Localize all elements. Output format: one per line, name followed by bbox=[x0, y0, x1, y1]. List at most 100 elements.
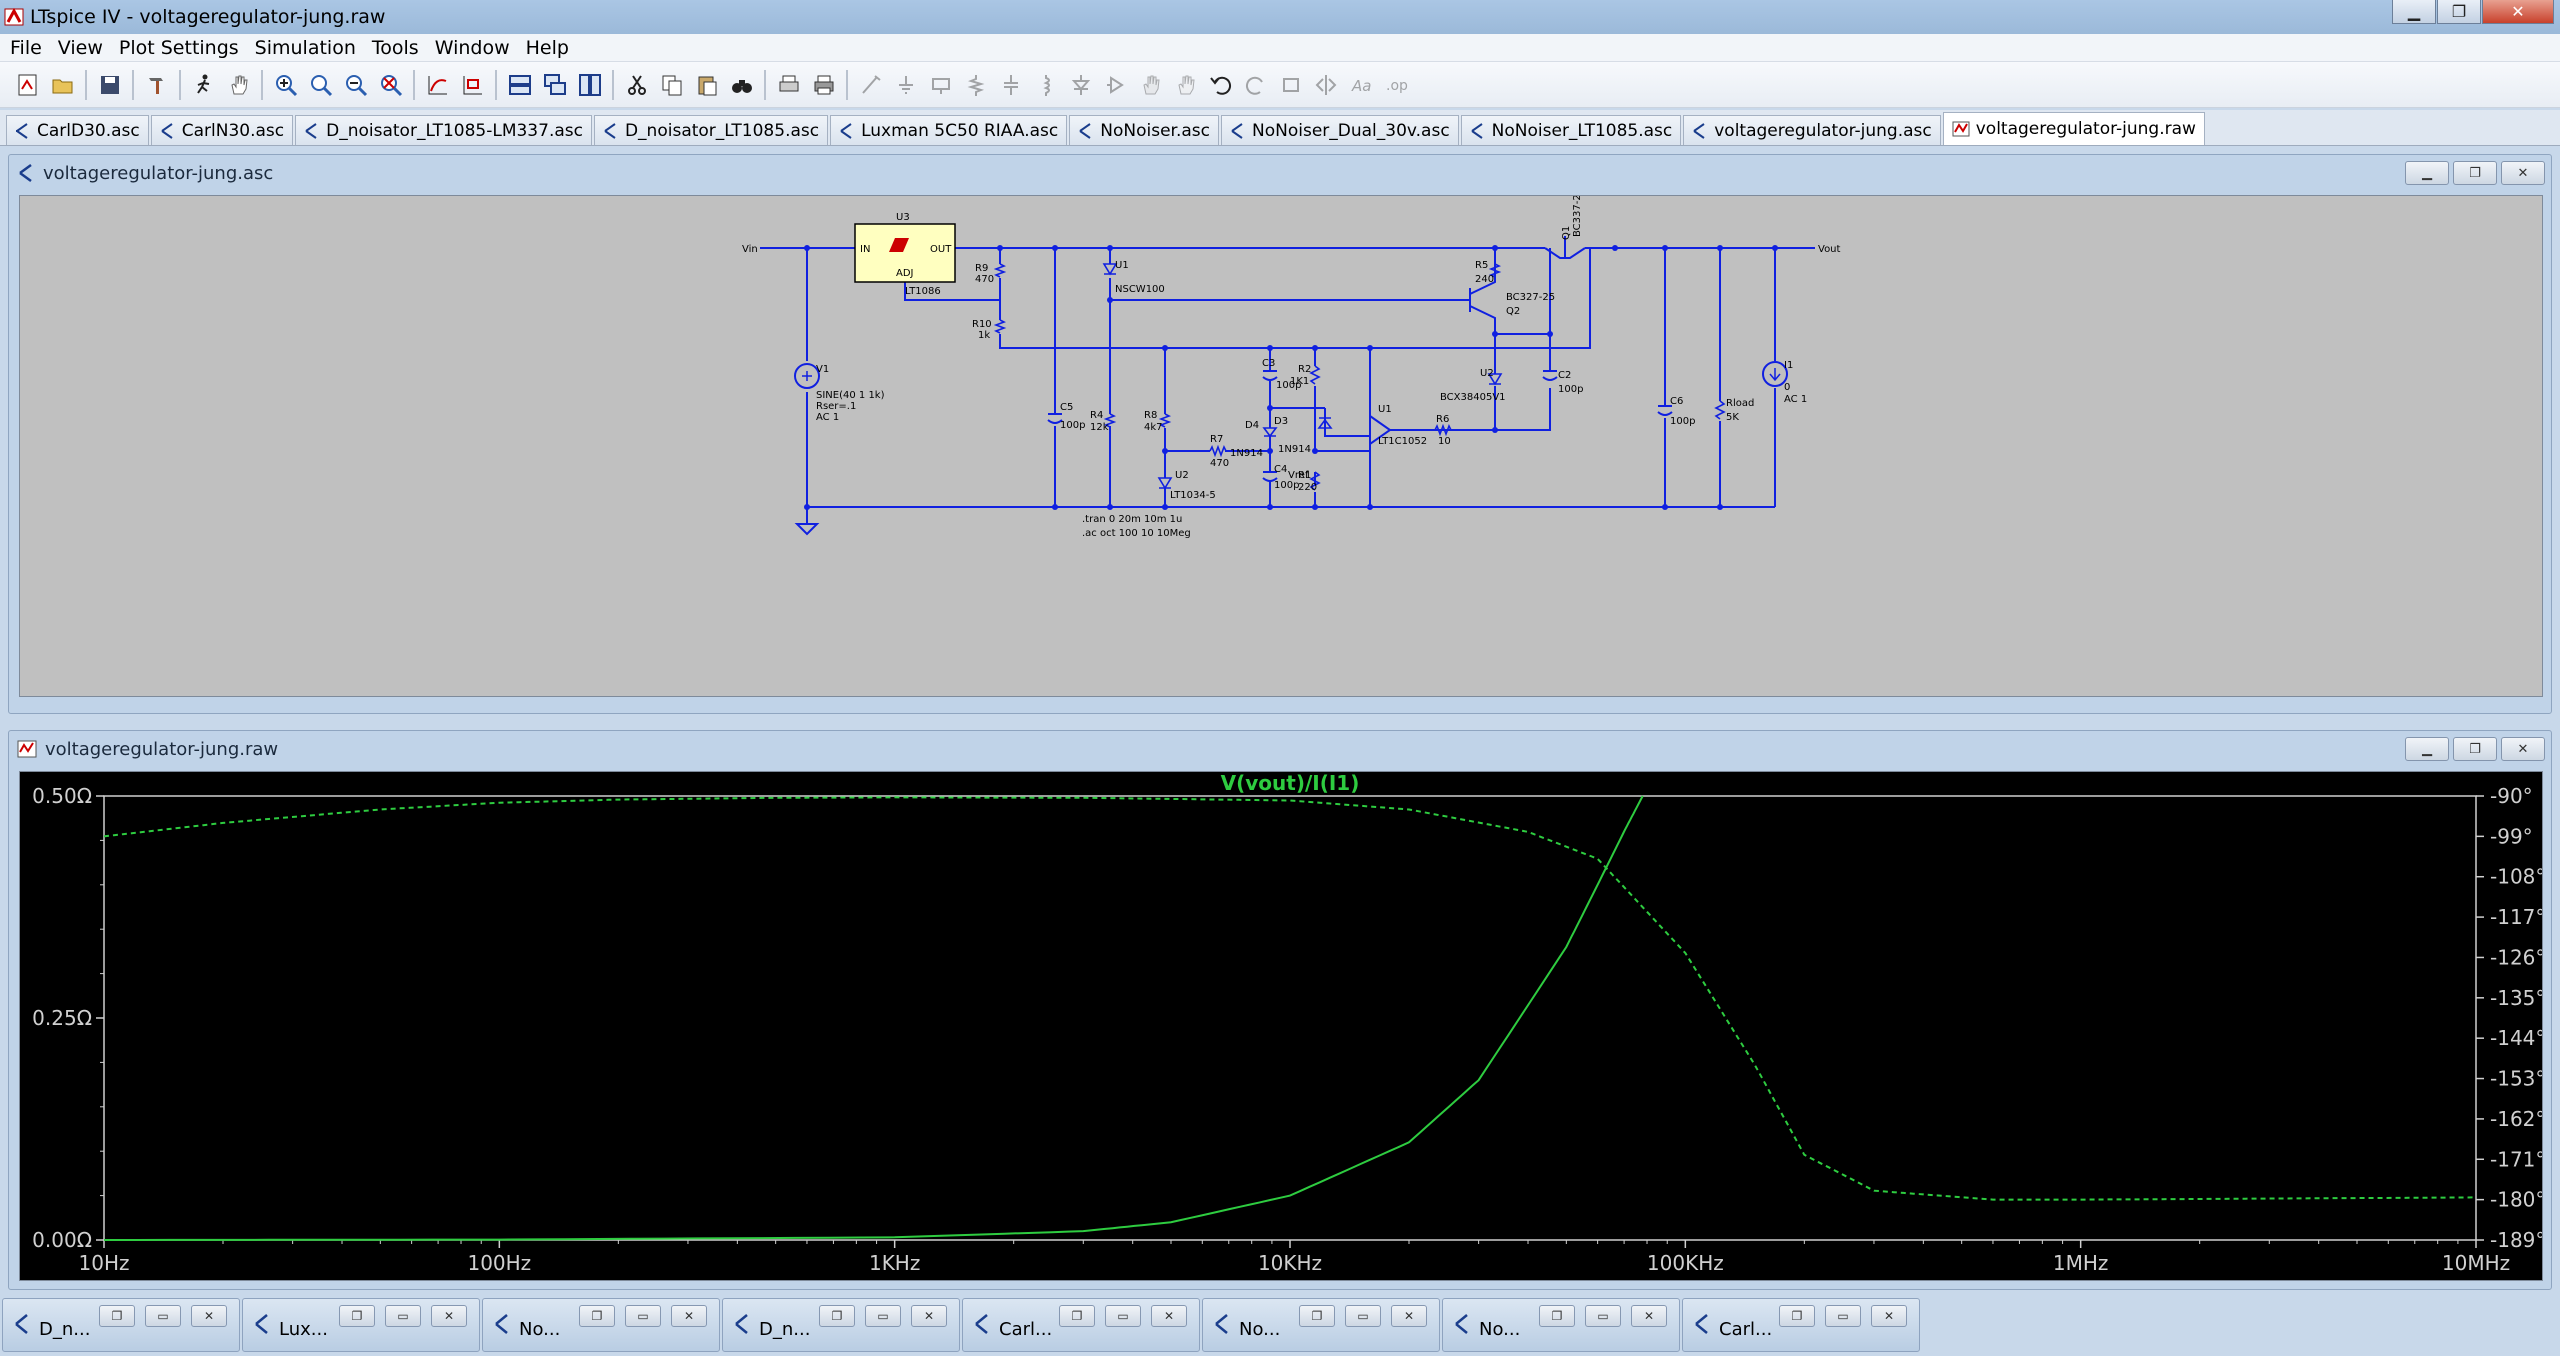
bode-plot[interactable]: V(vout)/I(I1) 10Hz 100Hz 1KHz 10KHz 100KHz 1M… bbox=[20, 772, 2543, 1281]
open-folder-icon[interactable] bbox=[48, 70, 78, 100]
menu-simulation[interactable]: Simulation bbox=[255, 37, 356, 59]
tab-luxman-5c50-riaa[interactable]: Luxman 5C50 RIAA.asc bbox=[830, 115, 1068, 145]
restore-button[interactable]: ❐ bbox=[2437, 0, 2481, 24]
run-icon[interactable] bbox=[189, 70, 219, 100]
tab-carln30[interactable]: CarlN30.asc bbox=[150, 115, 294, 145]
component-icon[interactable] bbox=[1101, 70, 1131, 100]
spice-directive-tran[interactable]: .tran 0 20m 10m 1u bbox=[1082, 514, 1182, 525]
minimized-close-button[interactable]: ✕ bbox=[1391, 1305, 1427, 1327]
mirror-icon[interactable] bbox=[1311, 70, 1341, 100]
schematic-close-button[interactable]: ✕ bbox=[2501, 161, 2545, 185]
menu-plot-settings[interactable]: Plot Settings bbox=[119, 37, 239, 59]
undo-icon[interactable] bbox=[1206, 70, 1236, 100]
minimized-window[interactable]: No... ❐ ▭ ✕ bbox=[1202, 1298, 1440, 1352]
minimized-window[interactable]: No... ❐ ▭ ✕ bbox=[1442, 1298, 1680, 1352]
minimized-close-button[interactable]: ✕ bbox=[1631, 1305, 1667, 1327]
minimized-restore-button[interactable]: ❐ bbox=[1059, 1305, 1095, 1327]
tab-nonoiser-lt1085[interactable]: NoNoiser_LT1085.asc bbox=[1460, 115, 1682, 145]
minimized-restore-button[interactable]: ❐ bbox=[339, 1305, 375, 1327]
zoom-out-icon[interactable] bbox=[341, 70, 371, 100]
tab-nonoiser[interactable]: NoNoiser.asc bbox=[1069, 115, 1219, 145]
minimized-window[interactable]: Carl... ❐ ▭ ✕ bbox=[962, 1298, 1200, 1352]
minimized-restore-button[interactable]: ❐ bbox=[1299, 1305, 1335, 1327]
cascade-icon[interactable] bbox=[540, 70, 570, 100]
trace-label-vout-i1[interactable]: V(vout)/I(I1) bbox=[1221, 772, 1360, 795]
minimized-close-button[interactable]: ✕ bbox=[671, 1305, 707, 1327]
minimized-close-button[interactable]: ✕ bbox=[191, 1305, 227, 1327]
menu-file[interactable]: File bbox=[10, 37, 42, 59]
minimized-close-button[interactable]: ✕ bbox=[1151, 1305, 1187, 1327]
minimized-maximize-button[interactable]: ▭ bbox=[625, 1305, 661, 1327]
minimized-maximize-button[interactable]: ▭ bbox=[145, 1305, 181, 1327]
drag-hand-icon[interactable] bbox=[1171, 70, 1201, 100]
cut-icon[interactable] bbox=[622, 70, 652, 100]
minimized-close-button[interactable]: ✕ bbox=[1871, 1305, 1907, 1327]
inductor-icon[interactable] bbox=[1031, 70, 1061, 100]
minimized-window[interactable]: No... ❐ ▭ ✕ bbox=[482, 1298, 720, 1352]
copy-icon[interactable] bbox=[657, 70, 687, 100]
spice-directive-ac[interactable]: .ac oct 100 10 10Meg bbox=[1082, 528, 1191, 539]
close-button[interactable]: ✕ bbox=[2482, 0, 2554, 24]
plot-restore-button[interactable]: ❐ bbox=[2453, 737, 2497, 761]
minimized-restore-button[interactable]: ❐ bbox=[579, 1305, 615, 1327]
print-icon[interactable] bbox=[809, 70, 839, 100]
minimized-maximize-button[interactable]: ▭ bbox=[1345, 1305, 1381, 1327]
paste-icon[interactable] bbox=[692, 70, 722, 100]
schematic-restore-button[interactable]: ❐ bbox=[2453, 161, 2497, 185]
menu-help[interactable]: Help bbox=[526, 37, 569, 59]
halt-hand-icon[interactable] bbox=[224, 70, 254, 100]
minimized-window[interactable]: Carl... ❐ ▭ ✕ bbox=[1682, 1298, 1920, 1352]
autorange-icon[interactable] bbox=[423, 70, 453, 100]
tile-vertical-icon[interactable] bbox=[575, 70, 605, 100]
pan-zoom-icon[interactable] bbox=[306, 70, 336, 100]
minimized-maximize-button[interactable]: ▭ bbox=[1825, 1305, 1861, 1327]
save-icon[interactable] bbox=[95, 70, 125, 100]
minimized-restore-button[interactable]: ❐ bbox=[1779, 1305, 1815, 1327]
minimize-button[interactable]: ▁ bbox=[2392, 0, 2436, 24]
move-hand-icon[interactable] bbox=[1136, 70, 1166, 100]
redo-icon[interactable] bbox=[1241, 70, 1271, 100]
control-panel-hammer-icon[interactable] bbox=[142, 70, 172, 100]
minimized-maximize-button[interactable]: ▭ bbox=[1585, 1305, 1621, 1327]
zoom-in-icon[interactable] bbox=[271, 70, 301, 100]
manual-limits-icon[interactable] bbox=[458, 70, 488, 100]
diode-icon[interactable] bbox=[1066, 70, 1096, 100]
tab-d-noisator-lt1085-lm337[interactable]: D_noisator_LT1085-LM337.asc bbox=[295, 115, 592, 145]
new-schematic-icon[interactable] bbox=[13, 70, 43, 100]
minimized-maximize-button[interactable]: ▭ bbox=[865, 1305, 901, 1327]
resistor-icon[interactable] bbox=[961, 70, 991, 100]
menu-tools[interactable]: Tools bbox=[372, 37, 419, 59]
draw-wire-icon[interactable] bbox=[856, 70, 886, 100]
plot-close-button[interactable]: ✕ bbox=[2501, 737, 2545, 761]
plot-canvas[interactable]: V(vout)/I(I1) 10Hz 100Hz 1KHz 10KHz 100KHz 1M… bbox=[19, 771, 2543, 1281]
minimized-restore-button[interactable]: ❐ bbox=[99, 1305, 135, 1327]
tab-voltageregulator-jung-asc[interactable]: voltageregulator-jung.asc bbox=[1683, 115, 1941, 145]
minimized-close-button[interactable]: ✕ bbox=[911, 1305, 947, 1327]
print-setup-icon[interactable] bbox=[774, 70, 804, 100]
schematic-canvas[interactable]: Vin Vout U3 IN OUT ADJ LT1086 R9 470 R10… bbox=[19, 195, 2543, 697]
text-icon[interactable]: Aa bbox=[1346, 70, 1376, 100]
menu-view[interactable]: View bbox=[58, 37, 103, 59]
spice-directive-icon[interactable]: .op bbox=[1381, 70, 1411, 100]
zoom-fit-icon[interactable] bbox=[376, 70, 406, 100]
tab-d-noisator-lt1085[interactable]: D_noisator_LT1085.asc bbox=[593, 115, 829, 145]
tab-nonoiser-dual-30v[interactable]: NoNoiser_Dual_30v.asc bbox=[1221, 115, 1459, 145]
label-net-icon[interactable] bbox=[926, 70, 956, 100]
find-binoculars-icon[interactable] bbox=[727, 70, 757, 100]
schematic-minimize-button[interactable]: ▁ bbox=[2405, 161, 2449, 185]
ground-icon[interactable] bbox=[891, 70, 921, 100]
plot-minimize-button[interactable]: ▁ bbox=[2405, 737, 2449, 761]
minimized-maximize-button[interactable]: ▭ bbox=[385, 1305, 421, 1327]
tab-carld30[interactable]: CarlD30.asc bbox=[6, 115, 149, 145]
minimized-restore-button[interactable]: ❐ bbox=[1539, 1305, 1575, 1327]
minimized-close-button[interactable]: ✕ bbox=[431, 1305, 467, 1327]
menu-window[interactable]: Window bbox=[435, 37, 510, 59]
capacitor-icon[interactable] bbox=[996, 70, 1026, 100]
minimized-restore-button[interactable]: ❐ bbox=[819, 1305, 855, 1327]
minimized-window[interactable]: D_n... ❐ ▭ ✕ bbox=[2, 1298, 240, 1352]
tab-voltageregulator-jung-raw[interactable]: voltageregulator-jung.raw bbox=[1942, 112, 2205, 145]
minimized-window[interactable]: Lux... ❐ ▭ ✕ bbox=[242, 1298, 480, 1352]
minimized-maximize-button[interactable]: ▭ bbox=[1105, 1305, 1141, 1327]
minimized-window[interactable]: D_n... ❐ ▭ ✕ bbox=[722, 1298, 960, 1352]
rotate-icon[interactable] bbox=[1276, 70, 1306, 100]
